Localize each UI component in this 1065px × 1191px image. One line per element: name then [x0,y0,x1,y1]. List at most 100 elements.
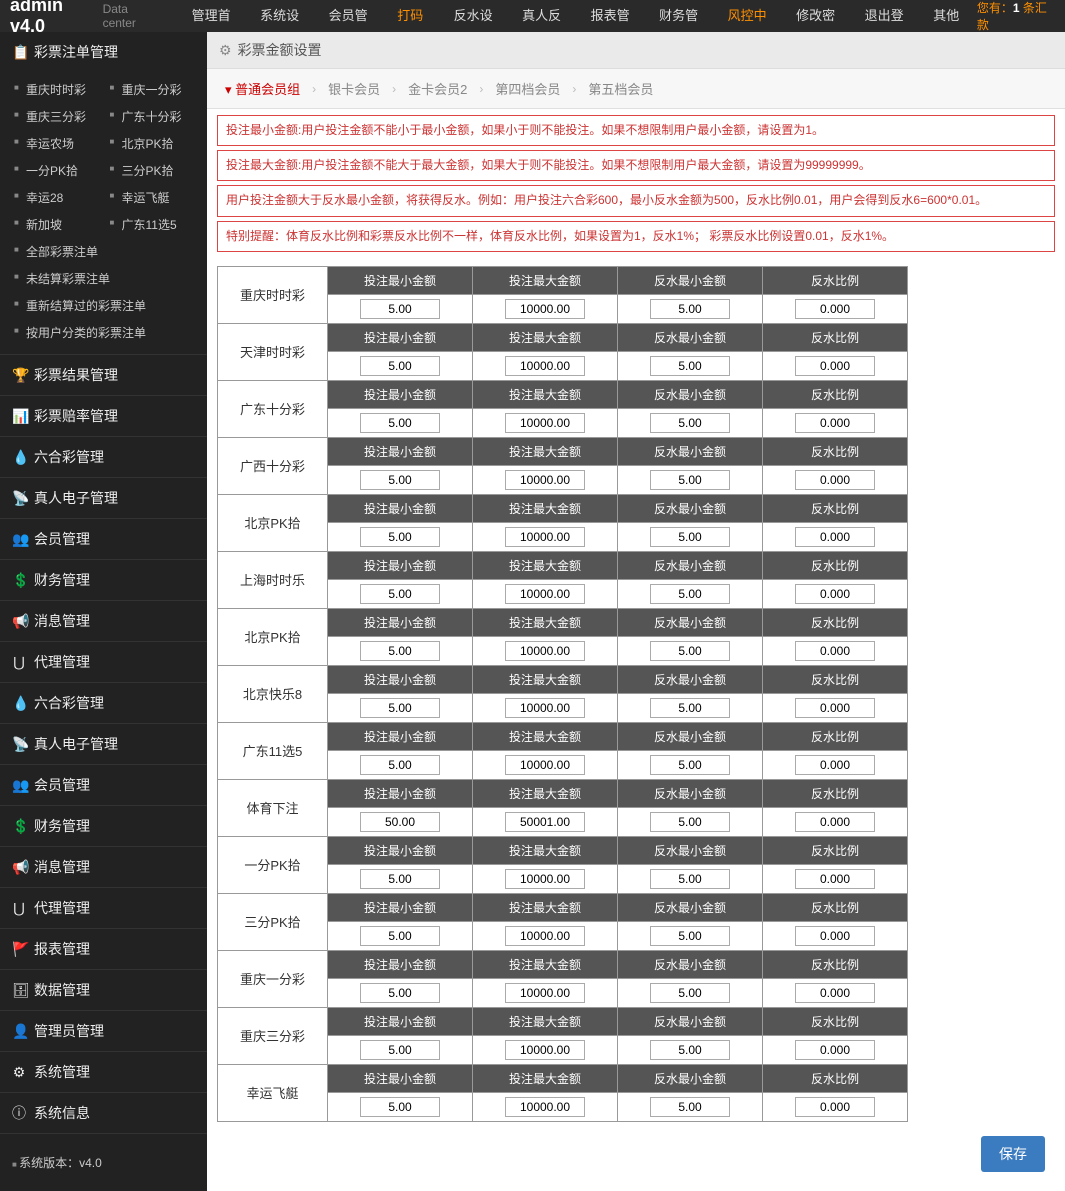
amount-input[interactable] [360,584,440,604]
sidebar-item[interactable]: 广东十分彩 [104,103,200,130]
sidebar-group-title[interactable]: 💧六合彩管理 [0,437,207,477]
sidebar-item[interactable]: 重庆三分彩 [8,103,104,130]
amount-input[interactable] [505,698,585,718]
tab[interactable]: 第四档会员 [487,75,568,102]
sidebar-group-title[interactable]: 👤管理员管理 [0,1011,207,1051]
sidebar-item[interactable]: 幸运28 [8,184,104,211]
sidebar-item[interactable]: 三分PK拾 [104,157,200,184]
sidebar-group-title[interactable]: 📡真人电子管理 [0,478,207,518]
topnav-item[interactable]: 财务管理 [649,0,718,32]
amount-input[interactable] [795,413,875,433]
amount-input[interactable] [795,812,875,832]
amount-input[interactable] [795,926,875,946]
amount-input[interactable] [650,584,730,604]
sidebar-group-title[interactable]: 💧六合彩管理 [0,683,207,723]
amount-input[interactable] [505,869,585,889]
amount-input[interactable] [795,527,875,547]
amount-input[interactable] [505,983,585,1003]
save-button[interactable]: 保存 [981,1136,1045,1172]
topnav-item[interactable]: 会员管理 [319,0,388,32]
sidebar-group-title[interactable]: 📡真人电子管理 [0,724,207,764]
amount-input[interactable] [360,698,440,718]
sidebar-item[interactable]: 按用户分类的彩票注单 [8,319,199,346]
amount-input[interactable] [795,869,875,889]
amount-input[interactable] [505,413,585,433]
amount-input[interactable] [650,527,730,547]
topnav-item[interactable]: 管理首页 [182,0,251,32]
sidebar-group-title[interactable]: 👥会员管理 [0,519,207,559]
sidebar-group-title[interactable]: 📢消息管理 [0,601,207,641]
amount-input[interactable] [360,1097,440,1117]
amount-input[interactable] [505,356,585,376]
sidebar-group-title[interactable]: 🗄数据管理 [0,970,207,1010]
sidebar-item[interactable]: 重新结算过的彩票注单 [8,292,199,319]
tab[interactable]: 第五档会员 [580,75,661,102]
topnav-item[interactable]: 报表管理 [581,0,650,32]
amount-input[interactable] [650,413,730,433]
amount-input[interactable] [360,299,440,319]
topnav-item[interactable]: 其他 ▾ [923,0,977,32]
topnav-item[interactable]: 系统设置 [250,0,319,32]
sidebar-group-title[interactable]: ⋃代理管理 [0,642,207,682]
amount-input[interactable] [505,1097,585,1117]
sidebar-item[interactable]: 一分PK拾 [8,157,104,184]
amount-input[interactable] [795,584,875,604]
sidebar-group-title[interactable]: 🚩报表管理 [0,929,207,969]
sidebar-item[interactable]: 广东11选5 [104,211,200,238]
sidebar-item[interactable]: 幸运飞艇 [104,184,200,211]
topnav-item[interactable]: 真人反水 [512,0,581,32]
amount-input[interactable] [650,698,730,718]
amount-input[interactable] [505,926,585,946]
sidebar-item[interactable]: 幸运农场 [8,130,104,157]
tab[interactable]: ▾ 普通会员组 [217,75,308,102]
sidebar-item[interactable]: 新加坡 [8,211,104,238]
sidebar-group-title[interactable]: ⚙系统管理 [0,1052,207,1092]
topnav-item[interactable]: 反水设置 [444,0,513,32]
sidebar-item[interactable]: 重庆时时彩 [8,76,104,103]
amount-input[interactable] [360,641,440,661]
amount-input[interactable] [360,527,440,547]
amount-input[interactable] [650,299,730,319]
amount-input[interactable] [505,527,585,547]
amount-input[interactable] [360,869,440,889]
amount-input[interactable] [505,755,585,775]
amount-input[interactable] [505,584,585,604]
amount-input[interactable] [650,470,730,490]
amount-input[interactable] [505,641,585,661]
amount-input[interactable] [650,983,730,1003]
topnav-item[interactable]: 修改密码 [786,0,855,32]
amount-input[interactable] [795,641,875,661]
amount-input[interactable] [650,356,730,376]
amount-input[interactable] [650,812,730,832]
amount-input[interactable] [360,983,440,1003]
amount-input[interactable] [795,755,875,775]
amount-input[interactable] [795,470,875,490]
amount-input[interactable] [505,812,585,832]
sidebar-item[interactable]: 北京PK拾 [104,130,200,157]
amount-input[interactable] [650,641,730,661]
tab[interactable]: 银卡会员 [320,75,388,102]
amount-input[interactable] [795,299,875,319]
amount-input[interactable] [650,755,730,775]
amount-input[interactable] [360,470,440,490]
amount-input[interactable] [360,926,440,946]
topnav-item[interactable]: 退出登录 [855,0,924,32]
sidebar-group-title[interactable]: 📊彩票赔率管理 [0,396,207,436]
amount-input[interactable] [360,356,440,376]
sidebar-group-title[interactable]: 👥会员管理 [0,765,207,805]
amount-input[interactable] [795,983,875,1003]
amount-input[interactable] [650,869,730,889]
amount-input[interactable] [795,698,875,718]
sidebar-group-title[interactable]: ⋃代理管理 [0,888,207,928]
sidebar-group-title[interactable]: 💲财务管理 [0,560,207,600]
sidebar-group-title[interactable]: 🏆彩票结果管理 [0,355,207,395]
amount-input[interactable] [360,812,440,832]
sidebar-group-title[interactable]: 💲财务管理 [0,806,207,846]
amount-input[interactable] [505,299,585,319]
amount-input[interactable] [505,1040,585,1060]
amount-input[interactable] [650,1040,730,1060]
topnav-item[interactable]: 打码量 [387,0,443,32]
sidebar-item[interactable]: 重庆一分彩 [104,76,200,103]
amount-input[interactable] [360,1040,440,1060]
amount-input[interactable] [650,926,730,946]
